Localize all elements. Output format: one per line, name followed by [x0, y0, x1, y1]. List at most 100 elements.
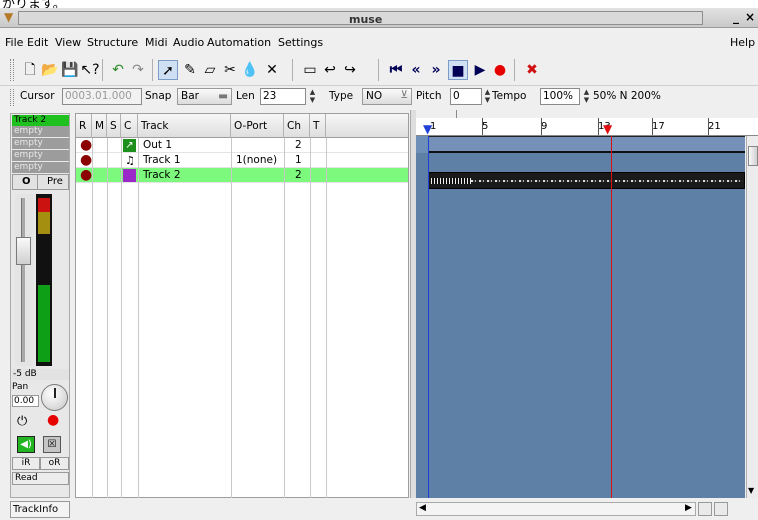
pointer-tool-icon[interactable]: ➚: [158, 60, 178, 80]
record-icon[interactable]: ●: [490, 60, 510, 80]
header-solo[interactable]: S: [107, 114, 121, 138]
scroll-left-icon[interactable]: ◀: [419, 503, 426, 513]
header-oport[interactable]: O-Port: [231, 114, 284, 138]
punch-in-icon[interactable]: ↩: [320, 60, 340, 80]
track-oport[interactable]: [233, 168, 236, 183]
track-row[interactable]: ● Track 2 2: [76, 168, 408, 183]
snap-select[interactable]: Bar ▬: [177, 88, 232, 105]
vertical-scrollbar-handle[interactable]: [748, 146, 758, 166]
tempo-spinner-icon[interactable]: ▲ ▼: [581, 88, 592, 105]
open-file-icon[interactable]: 📂: [40, 60, 60, 80]
mute-tool-icon[interactable]: ✕: [262, 60, 282, 80]
stop-icon[interactable]: ■: [448, 60, 468, 80]
menu-settings[interactable]: Settings: [278, 36, 323, 49]
slot-empty[interactable]: empty: [12, 126, 69, 137]
menu-bar: File Edit View Structure Midi Audio Auto…: [0, 29, 758, 55]
scroll-right-icon[interactable]: ▶: [685, 503, 692, 513]
left-marker-icon[interactable]: ▼: [423, 122, 432, 136]
close-icon[interactable]: ×: [745, 10, 755, 24]
speed-options[interactable]: 50% N 200%: [593, 90, 661, 102]
play-icon[interactable]: ▶: [470, 60, 490, 80]
glue-tool-icon[interactable]: 💧: [240, 60, 260, 80]
slot-track2[interactable]: Track 2: [12, 115, 69, 126]
track-row[interactable]: ● ↗ Out 1 2: [76, 138, 408, 153]
menu-edit[interactable]: Edit: [27, 36, 48, 49]
horizontal-scrollbar[interactable]: ◀ ▶: [416, 502, 696, 516]
pencil-tool-icon[interactable]: ✎: [180, 60, 200, 80]
menu-view[interactable]: View: [55, 36, 81, 49]
minimize-icon[interactable]: _: [733, 10, 739, 24]
rewind-icon[interactable]: «: [406, 60, 426, 80]
record-dot-icon[interactable]: ●: [77, 168, 92, 183]
playhead-marker-icon[interactable]: ▼: [603, 122, 612, 136]
rewind-start-icon[interactable]: ⏮: [386, 60, 406, 80]
automation-mode[interactable]: Read: [12, 472, 69, 485]
pitch-field[interactable]: 0: [450, 88, 482, 105]
pan-knob[interactable]: [41, 384, 68, 411]
panic-icon[interactable]: ✖: [522, 60, 542, 80]
pre-label[interactable]: Pre: [47, 176, 63, 187]
header-track[interactable]: Track: [138, 114, 231, 138]
scroll-down-icon[interactable]: ▼: [748, 486, 754, 495]
track-channel[interactable]: 2: [292, 168, 302, 183]
header-record[interactable]: R: [76, 114, 92, 138]
toolbar-grip[interactable]: [10, 59, 14, 81]
menu-automation[interactable]: Automation: [207, 36, 271, 49]
menu-midi[interactable]: Midi: [145, 36, 168, 49]
record-dot-icon[interactable]: ●: [77, 138, 92, 153]
toolbar-grip[interactable]: [10, 89, 14, 106]
arranger-ruler[interactable]: 1 5 9 13 17 21 ▼ ▼: [416, 110, 758, 136]
forward-icon[interactable]: »: [426, 60, 446, 80]
cursor-position-field[interactable]: 0003.01.000: [62, 88, 142, 105]
or-button[interactable]: oR: [40, 457, 69, 470]
track-row[interactable]: ● ♫ Track 1 1(none) 1: [76, 153, 408, 168]
track-channel[interactable]: 1: [292, 153, 302, 168]
track-name[interactable]: Out 1: [140, 138, 172, 153]
volume-slider-track[interactable]: [15, 194, 33, 366]
new-file-icon[interactable]: 🗋: [20, 60, 40, 80]
header-channel[interactable]: Ch: [284, 114, 310, 138]
track-name[interactable]: Track 1: [140, 153, 181, 168]
solo-icon[interactable]: ☒: [43, 436, 61, 453]
record-arm-icon[interactable]: ●: [47, 412, 59, 428]
slot-empty[interactable]: empty: [12, 138, 69, 149]
pan-value[interactable]: 0.00: [12, 395, 39, 407]
slot-empty[interactable]: empty: [12, 150, 69, 161]
track-channel[interactable]: 2: [292, 138, 302, 153]
len-spinner-icon[interactable]: ▲ ▼: [307, 88, 318, 105]
trackinfo-button[interactable]: TrackInfo: [10, 501, 70, 518]
cut-tool-icon[interactable]: ✂: [220, 60, 240, 80]
punch-out-icon[interactable]: ↪: [340, 60, 360, 80]
redo-icon[interactable]: ↷: [128, 60, 148, 80]
menu-structure[interactable]: Structure: [87, 36, 138, 49]
arranger-canvas[interactable]: [416, 136, 745, 498]
loop-icon[interactable]: ▭: [300, 60, 320, 80]
slot-empty[interactable]: empty: [12, 162, 69, 173]
rubber-tool-icon[interactable]: ▱: [200, 60, 220, 80]
mute-speaker-icon[interactable]: ◀): [17, 436, 35, 453]
type-select[interactable]: NO ⊻: [362, 88, 412, 105]
track-oport[interactable]: 1(none): [233, 153, 277, 168]
header-class[interactable]: C: [121, 114, 138, 138]
o-label[interactable]: O: [22, 176, 31, 187]
menu-audio[interactable]: Audio: [173, 36, 204, 49]
ir-button[interactable]: iR: [12, 457, 40, 470]
power-icon[interactable]: ⏻: [17, 414, 27, 429]
tempo-field[interactable]: 100%: [540, 88, 580, 105]
save-icon[interactable]: 💾: [60, 60, 80, 80]
audio-part[interactable]: [428, 172, 745, 189]
vertical-scrollbar[interactable]: ▼: [746, 136, 758, 498]
zoom-in-button[interactable]: [714, 502, 728, 516]
zoom-out-button[interactable]: [698, 502, 712, 516]
len-field[interactable]: 23: [260, 88, 306, 105]
record-dot-icon[interactable]: ●: [77, 153, 92, 168]
what-is-this-icon[interactable]: ↖?: [80, 60, 100, 80]
track-name[interactable]: Track 2: [140, 168, 181, 183]
undo-icon[interactable]: ↶: [108, 60, 128, 80]
menu-help[interactable]: Help: [730, 36, 755, 49]
header-t[interactable]: T: [310, 114, 326, 138]
track-oport[interactable]: [233, 138, 236, 153]
header-mute[interactable]: M: [92, 114, 107, 138]
menu-file[interactable]: File: [5, 36, 23, 49]
volume-slider-handle[interactable]: [16, 237, 31, 265]
